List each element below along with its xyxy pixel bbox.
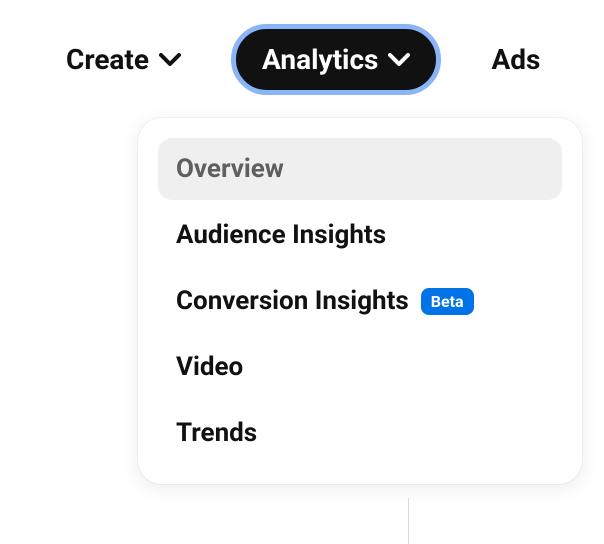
nav-label: Ads <box>491 43 540 76</box>
dropdown-item-conversion-insights[interactable]: Conversion Insights Beta <box>158 270 562 332</box>
nav-item-analytics[interactable]: Analytics <box>231 24 441 95</box>
dropdown-item-trends[interactable]: Trends <box>158 402 562 464</box>
beta-badge: Beta <box>421 288 474 315</box>
nav-label: Analytics <box>262 43 378 76</box>
dropdown-item-video[interactable]: Video <box>158 336 562 398</box>
dropdown-item-label: Overview <box>176 154 284 184</box>
nav-item-ads[interactable]: Ads <box>465 29 566 90</box>
dropdown-item-label: Trends <box>176 418 257 448</box>
nav-item-create[interactable]: Create <box>40 29 207 90</box>
dropdown-item-label: Conversion Insights <box>176 286 409 316</box>
nav-label: Create <box>66 43 149 76</box>
dropdown-item-overview[interactable]: Overview <box>158 138 562 200</box>
analytics-dropdown: Overview Audience Insights Conversion In… <box>138 118 582 484</box>
chevron-down-icon <box>388 53 410 67</box>
dropdown-item-audience-insights[interactable]: Audience Insights <box>158 204 562 266</box>
nav-bar: Create Analytics Ads <box>0 0 604 119</box>
dropdown-item-label: Video <box>176 352 243 382</box>
dropdown-item-label: Audience Insights <box>176 220 386 250</box>
divider <box>408 498 409 544</box>
chevron-down-icon <box>159 53 181 67</box>
